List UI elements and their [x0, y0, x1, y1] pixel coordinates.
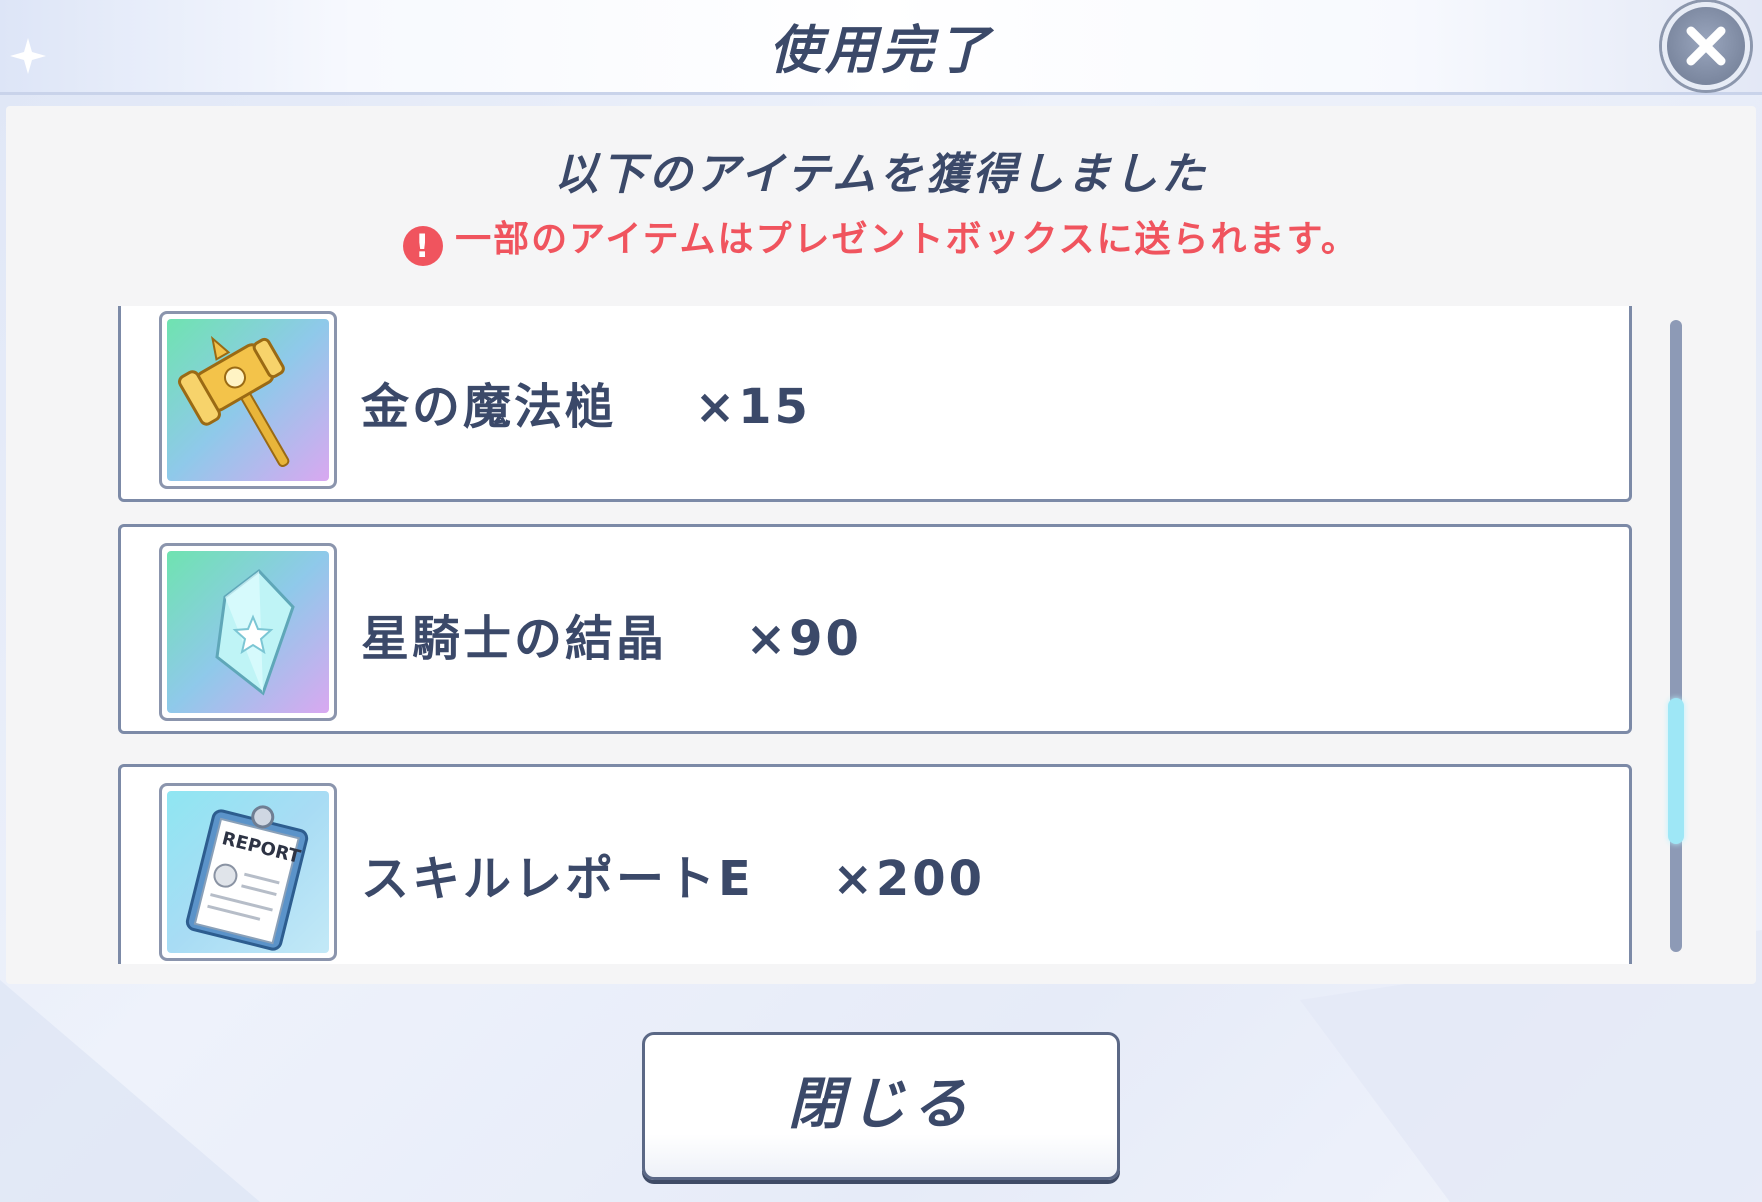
item-icon-frame: REPORT — [159, 783, 337, 961]
star-knight-crystal-icon — [215, 568, 295, 696]
item-name: 金の魔法槌 — [361, 379, 617, 435]
item-icon-frame — [159, 543, 337, 721]
dialog-title: 使用完了 — [768, 21, 993, 81]
dialog-header: 使用完了 — [0, 0, 1762, 95]
result-heading: 以下のアイテムを獲得しました — [554, 149, 1208, 200]
item-name: 星騎士の結晶 — [361, 611, 668, 667]
list-item: 金の魔法槌 ×15 — [118, 306, 1632, 502]
list-item: REPORT スキルレポートE ×200 — [118, 764, 1632, 964]
close-button[interactable]: 閉じる — [642, 1032, 1120, 1180]
skill-report-icon: REPORT — [185, 805, 309, 951]
item-name: スキルレポートE — [361, 851, 754, 907]
notice-message: ! 一部のアイテムはプレゼントボックスに送られます。 — [0, 210, 1762, 266]
item-icon-frame — [159, 311, 337, 489]
item-quantity: ×15 — [694, 379, 811, 435]
item-label: スキルレポートE ×200 — [361, 839, 985, 909]
scrollbar-thumb[interactable] — [1668, 698, 1684, 844]
notice-text: 一部のアイテムはプレゼントボックスに送られます。 — [455, 219, 1359, 260]
scrollbar-track[interactable] — [1670, 320, 1682, 952]
warning-icon: ! — [403, 226, 444, 266]
list-item: 星騎士の結晶 ×90 — [118, 524, 1632, 734]
item-label: 金の魔法槌 ×15 — [361, 367, 811, 437]
item-quantity: ×90 — [745, 611, 862, 667]
item-label: 星騎士の結晶 ×90 — [361, 599, 862, 669]
item-quantity: ×200 — [832, 851, 986, 907]
close-x-button[interactable] — [1662, 2, 1750, 90]
close-icon — [1686, 26, 1726, 66]
item-list[interactable]: 金の魔法槌 ×15 星騎士の結晶 ×90 REPORT スキルレポートE ×20… — [100, 306, 1640, 964]
gold-hammer-icon — [178, 335, 290, 467]
